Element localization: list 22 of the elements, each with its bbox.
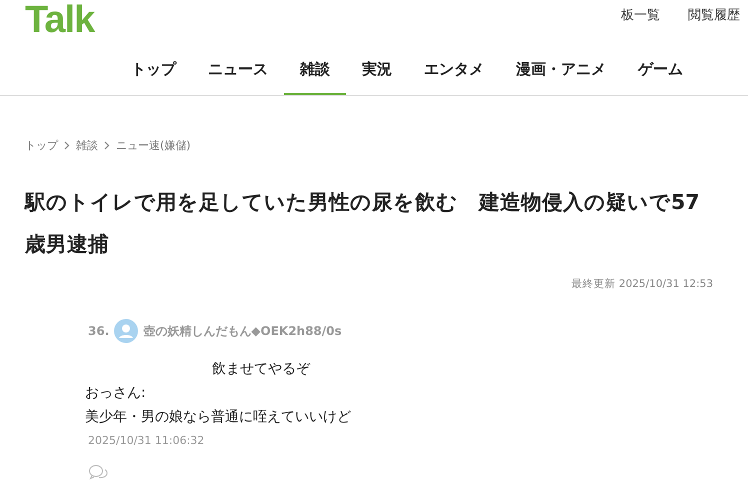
nav-tab[interactable]: ゲーム [622,46,699,95]
nav-tab[interactable]: トップ [115,46,192,95]
breadcrumb-link[interactable]: 雑談 [76,138,98,153]
header-link[interactable]: 閲覧履歴 [688,6,740,24]
breadcrumb-link[interactable]: トップ [25,138,58,153]
comment-text: 美少年・男の娘なら普通に咥えていいけど [85,409,351,425]
article-title: 駅のトイレで用を足していた男性の尿を飲む 建造物侵入の疑いで57歳男逮捕 [25,189,700,258]
nav-tab[interactable]: 雑談 [284,46,346,95]
nav-tab[interactable]: エンタメ [408,46,500,95]
nav-tab[interactable]: 実況 [346,46,408,95]
chevron-icon [104,141,110,150]
nav-tab[interactable]: 漫画・アニメ [500,46,622,95]
updated-date: 最終更新 2025/10/31 12:53 [572,278,713,290]
comment-text: 飲ませてやるぞ [212,361,310,377]
chevron-icon [64,141,70,150]
comment-text: おっさん: [85,385,146,401]
avatar-icon [114,319,138,343]
comment-number: 36. [88,324,110,338]
breadcrumb-link[interactable]: ニュー速(嫌儲) [116,138,191,153]
header-link[interactable]: 板一覧 [621,6,660,24]
nav-tab[interactable]: ニュース [192,46,284,95]
comment-date: 2025/10/31 11:06:32 [88,434,206,447]
